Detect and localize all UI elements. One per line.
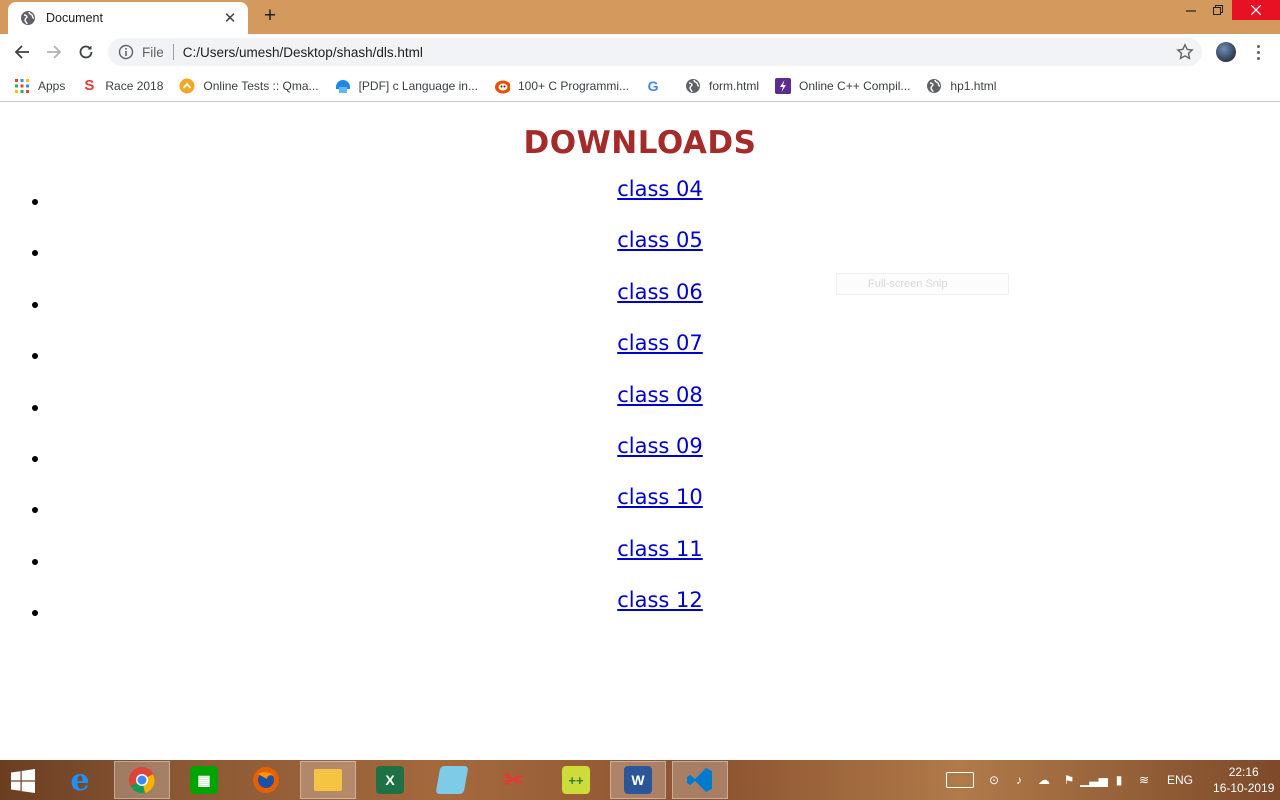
restore-button[interactable] [1203, 0, 1233, 20]
programming-icon [494, 78, 510, 94]
globe-icon [20, 10, 36, 26]
system-tray: ⊙ ♪ ☁ ⚑ ▁▃▅ ▮ ≋ ENG 22:16 16-10-2019 [942, 760, 1274, 800]
bookmark-label: [PDF] c Language in... [358, 78, 478, 93]
bookmark-online-cpp-compiler[interactable]: Online C++ Compil... [775, 77, 911, 94]
forward-button[interactable] [42, 40, 66, 64]
scheme-label: File [142, 44, 164, 60]
download-link-class-11[interactable]: class 11 [0, 537, 1280, 561]
bookmark-google[interactable]: G [645, 78, 669, 94]
download-link-class-08[interactable]: class 08 [0, 383, 1280, 407]
taskbar: e ▦ X ✂ ++ W ⊙ ♪ ☁ ⚑ ▁▃▅ ▮ ≋ ENG 22:16 1… [0, 760, 1280, 800]
bookmark-label: hp1.html [950, 78, 997, 93]
browser-toolbar: File C:/Users/umesh/Desktop/shash/dls.ht… [0, 34, 1280, 70]
bookmark-c-programming[interactable]: 100+ C Programmi... [494, 78, 629, 94]
flag-icon[interactable]: ⚑ [1061, 772, 1077, 788]
chrome-icon[interactable] [114, 761, 170, 799]
bookmark-race-2018[interactable]: S Race 2018 [81, 77, 164, 94]
bookmarks-bar: Apps S Race 2018 Online Tests :: Qma... … [0, 70, 1280, 102]
volume-icon[interactable]: ♪ [1011, 772, 1027, 788]
new-tab-button[interactable]: + [258, 5, 282, 29]
bookmark-apps[interactable]: Apps [14, 78, 65, 94]
snipping-tool-icon[interactable]: ✂ [486, 761, 542, 799]
internet-explorer-icon[interactable]: e [52, 761, 108, 799]
tab-close-icon[interactable]: ✕ [222, 9, 238, 27]
back-button[interactable] [10, 40, 34, 64]
store-icon[interactable]: ▦ [176, 761, 232, 799]
onedrive-icon[interactable]: ☁ [1036, 772, 1052, 788]
bookmark-label: form.html [709, 78, 760, 93]
word-icon[interactable]: W [610, 761, 666, 799]
bookmark-pdf-c-language[interactable]: [PDF] c Language in... [335, 78, 478, 94]
download-link-class-06[interactable]: class 06 [0, 280, 1280, 304]
info-icon[interactable] [118, 44, 134, 60]
download-link-class-04[interactable]: class 04 [0, 177, 1280, 201]
vscode-icon[interactable] [672, 761, 728, 799]
bookmark-label: Race 2018 [105, 78, 164, 93]
download-link-class-09[interactable]: class 09 [0, 434, 1280, 458]
bookmark-form-html[interactable]: form.html [685, 78, 759, 94]
arrow-left-icon [14, 45, 29, 59]
page-title: DOWNLOADS [523, 125, 757, 161]
bookmark-label: Online C++ Compil... [799, 78, 911, 93]
list-item: class 12 [0, 588, 1280, 651]
close-window-button[interactable] [1232, 0, 1280, 20]
signal-icon[interactable]: ▁▃▅ [1080, 772, 1108, 788]
firefox-icon[interactable] [238, 761, 294, 799]
download-link-class-12[interactable]: class 12 [0, 588, 1280, 612]
address-bar[interactable]: File C:/Users/umesh/Desktop/shash/dls.ht… [108, 38, 1202, 66]
touch-keyboard-icon[interactable] [946, 772, 974, 788]
wifi-icon[interactable]: ≋ [1136, 772, 1152, 788]
globe-icon [926, 78, 942, 94]
minimize-button[interactable] [1176, 0, 1206, 20]
start-button[interactable] [8, 768, 38, 794]
file-explorer-icon[interactable] [300, 761, 356, 799]
menu-icon[interactable] [1250, 42, 1266, 62]
clock-date: 16-10-2019 [1213, 781, 1275, 795]
bookmark-online-tests[interactable]: Online Tests :: Qma... [179, 78, 319, 94]
bookmark-label: Online Tests :: Qma... [203, 78, 319, 93]
qma-icon [179, 78, 195, 94]
download-link-class-07[interactable]: class 07 [0, 331, 1280, 355]
url-text[interactable]: C:/Users/umesh/Desktop/shash/dls.html [183, 45, 423, 60]
full-screen-snip-tooltip: Full-screen Snip [836, 273, 1009, 295]
tab-document[interactable]: Document ✕ [8, 2, 248, 34]
excel-icon[interactable]: X [362, 761, 418, 799]
pdf-icon [335, 78, 351, 94]
google-icon: G [647, 77, 659, 94]
apps-grid-icon [14, 78, 30, 94]
reload-icon [79, 45, 93, 59]
bookmark-label: Apps [38, 78, 66, 93]
battery-icon[interactable]: ▮ [1111, 772, 1127, 788]
notepad-icon[interactable] [424, 761, 480, 799]
arrow-right-icon [47, 45, 62, 59]
reload-button[interactable] [74, 40, 98, 64]
downloads-list: class 04 class 05 class 06 class 07 clas… [0, 177, 1280, 652]
download-link-class-10[interactable]: class 10 [0, 485, 1280, 509]
race-icon: S [84, 77, 95, 94]
browser-titlebar: Document ✕ + [0, 0, 1280, 34]
clock[interactable]: 22:16 16-10-2019 [1213, 764, 1274, 796]
separator [172, 44, 174, 60]
compiler-icon [775, 77, 792, 94]
clock-time: 22:16 [1228, 765, 1259, 779]
bookmark-star-icon[interactable] [1176, 43, 1196, 63]
notepad-plus-plus-icon[interactable]: ++ [548, 761, 604, 799]
bookmark-label: 100+ C Programmi... [517, 78, 630, 93]
bookmark-hp1-html[interactable]: hp1.html [926, 78, 996, 94]
avatar[interactable] [1216, 42, 1236, 62]
tab-title: Document [46, 11, 103, 25]
download-link-class-05[interactable]: class 05 [0, 228, 1280, 252]
page-content: DOWNLOADS class 04 class 05 class 06 cla… [0, 103, 1280, 760]
network-icon[interactable]: ⊙ [986, 772, 1002, 788]
language-indicator[interactable]: ENG [1167, 773, 1193, 787]
globe-icon [685, 78, 701, 94]
windows-icon [11, 769, 35, 793]
